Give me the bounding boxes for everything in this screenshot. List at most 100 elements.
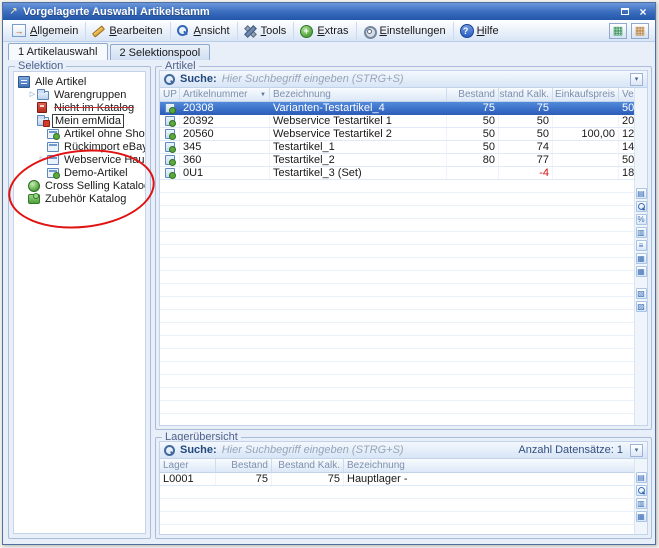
menu-item-extras[interactable]: Extras — [294, 22, 356, 40]
tree-item-zubehör-katalog[interactable]: Zubehör Katalog — [14, 192, 145, 205]
tree-label: Alle Artikel — [33, 76, 88, 88]
tree-item-alle-artikel[interactable]: Alle Artikel — [14, 75, 145, 88]
search-icon[interactable] — [636, 485, 647, 496]
table-row[interactable]: 360Testartikel_2807750, — [160, 154, 634, 167]
table-icon[interactable]: ▦ — [636, 511, 647, 522]
cell-artikelnummer: 20392 — [180, 115, 270, 127]
cell-artikelnummer: 0U1 — [180, 167, 270, 179]
cell-bestand: 50 — [447, 141, 499, 153]
selection-tree: Alle Artikel▷WarengruppenNicht im Katalo… — [13, 71, 146, 534]
layout-icon[interactable]: ▥ — [636, 498, 647, 509]
close-button[interactable]: × — [636, 5, 650, 18]
tree-item-rückimport-ebay[interactable]: Rückimport eBay — [14, 140, 145, 153]
menu-item-hilfe[interactable]: Hilfe — [454, 22, 506, 40]
restore-button[interactable] — [618, 5, 632, 18]
tools-icon — [243, 24, 257, 37]
menu-bar-items: AllgemeinBearbeitenAnsichtTools Extras Ein… — [7, 20, 506, 41]
lager-table: LagerBestandBestand Kalk.BezeichnungL000… — [160, 459, 634, 534]
tree-item-cross-selling-katalog[interactable]: Cross Selling Katalog — [14, 179, 145, 192]
tab-artikelauswahl[interactable]: 1 Artikelauswahl — [8, 43, 108, 60]
tree-item-artikel-ohne-shop-kategorie[interactable]: Artikel ohne Shop-Kategorie — [14, 127, 145, 140]
export-icon[interactable]: ▧ — [636, 288, 647, 299]
tree-label: Mein emMida — [52, 114, 124, 128]
column-header-bestand[interactable]: Bestand — [216, 459, 272, 472]
lager-search-bar[interactable]: Suche: Hier Suchbegriff eingeben (STRG+S… — [160, 442, 647, 459]
tree-item-warengruppen[interactable]: ▷Warengruppen — [14, 88, 145, 101]
tree-item-nicht-im-katalog[interactable]: Nicht im Katalog — [14, 101, 145, 114]
column-header-artikelnummer[interactable]: Artikelnummer▼ — [180, 88, 270, 101]
menu-item-tools[interactable]: Tools — [238, 22, 295, 40]
cell-einkaufspreis — [553, 102, 619, 114]
search-label: Suche: — [180, 444, 217, 456]
grid-view-icon[interactable]: ▤ — [636, 188, 647, 199]
column-header-bezeichnung[interactable]: Bezeichnung — [344, 459, 647, 472]
book-red-icon — [37, 102, 47, 113]
table-window-icon[interactable]: ▦ — [609, 23, 627, 39]
table-blue-icon[interactable]: ▦ — [636, 266, 647, 277]
percent-icon[interactable]: % — [636, 214, 647, 225]
tree-label: Webservice Hauptkategorie — [62, 154, 146, 166]
menu-bar: AllgemeinBearbeitenAnsichtTools Extras Ein… — [3, 20, 655, 42]
cell-bezeichnung: Webservice Testartikel 2 — [270, 128, 447, 140]
cell-bezeichnung: Webservice Testartikel 1 — [270, 115, 447, 127]
article-icon — [165, 142, 175, 152]
article-icon — [165, 168, 175, 178]
cell-bestand-kalk: -4 — [499, 167, 553, 179]
table-row[interactable]: 20392Webservice Testartikel 1505020, — [160, 115, 634, 128]
column-header-up[interactable]: UP — [160, 88, 180, 101]
column-header-lager[interactable]: Lager — [160, 459, 216, 472]
tree-item-demo-artikel[interactable]: Demo-Artikel — [14, 166, 145, 179]
app-icon: ↗ — [8, 6, 19, 17]
cell-bestand: 75 — [447, 102, 499, 114]
search-icon — [164, 74, 175, 85]
table-row[interactable]: 20560Webservice Testartikel 25050100,001… — [160, 128, 634, 141]
search-options-button[interactable]: ▾ — [630, 73, 643, 86]
cell-up — [160, 167, 180, 179]
tree-label: Artikel ohne Shop-Kategorie — [62, 128, 146, 140]
search-icon[interactable] — [636, 201, 647, 212]
menu-label: Hilfe — [477, 25, 499, 37]
table-row[interactable]: L00017575Hauptlager - — [160, 473, 634, 486]
table-row[interactable]: 345Testartikel_1507414 — [160, 141, 634, 154]
cell-bezeichnung: Testartikel_2 — [270, 154, 447, 166]
cell-up — [160, 154, 180, 166]
table-row[interactable]: 20308Varianten-Testartikel_4757550, — [160, 102, 634, 115]
tree-label: Nicht im Katalog — [52, 102, 136, 114]
list-icon[interactable]: ≡ — [636, 240, 647, 251]
menu-item-allgemein[interactable]: Allgemein — [7, 22, 86, 40]
menu-item-ansicht[interactable]: Ansicht — [171, 22, 238, 40]
menu-item-einstellungen[interactable]: Einstellungen — [357, 22, 454, 40]
print-icon[interactable]: ▨ — [636, 301, 647, 312]
search-placeholder: Hier Suchbegriff eingeben (STRG+S) — [222, 73, 404, 85]
tab-strip: 1 Artikelauswahl2 Selektionspool — [3, 42, 655, 60]
layout-icon[interactable]: ▥ — [636, 227, 647, 238]
db-blue-icon — [47, 155, 59, 165]
db-green-icon — [47, 168, 59, 178]
column-header-bezeichnung[interactable]: Bezeichnung — [270, 88, 447, 101]
column-header-bestand-kalk[interactable]: Bestand Kalk. — [499, 88, 553, 101]
folder-red-icon — [37, 117, 49, 126]
table-row[interactable]: 0U1Testartikel_3 (Set)-418, — [160, 167, 634, 180]
column-header-bestand-kalk[interactable]: Bestand Kalk. — [272, 459, 344, 472]
expand-icon[interactable]: ▷ — [28, 88, 37, 101]
tree-label: Zubehör Katalog — [43, 193, 128, 205]
tree-item-mein-emmida[interactable]: Mein emMida — [14, 114, 145, 127]
title-bar[interactable]: ↗ Vorgelagerte Auswahl Artikelstamm × — [3, 3, 655, 20]
menu-label: Extras — [317, 25, 348, 37]
help-icon — [459, 24, 473, 37]
edit-icon — [91, 24, 105, 37]
expand-icon[interactable]: ▷ — [38, 153, 47, 166]
db-green-icon — [47, 129, 59, 139]
grid-view-icon[interactable]: ▤ — [636, 472, 647, 483]
tree-item-webservice-hauptkategorie[interactable]: ▷ Webservice Hauptkategorie — [14, 153, 145, 166]
column-header-bestand[interactable]: Bestand — [447, 88, 499, 101]
menu-item-bearbeiten[interactable]: Bearbeiten — [86, 22, 170, 40]
search-options-button[interactable]: ▾ — [630, 444, 643, 457]
cell-bestand: 80 — [447, 154, 499, 166]
tab-selektionspool[interactable]: 2 Selektionspool — [110, 44, 211, 60]
column-header-einkaufspreis[interactable]: Einkaufspreis — [553, 88, 619, 101]
artikel-search-bar[interactable]: Suche: Hier Suchbegriff eingeben (STRG+S… — [160, 71, 647, 88]
table-icon[interactable]: ▦ — [636, 253, 647, 264]
cell-up — [160, 128, 180, 140]
catalog-window-icon[interactable]: ▦ — [631, 23, 649, 39]
